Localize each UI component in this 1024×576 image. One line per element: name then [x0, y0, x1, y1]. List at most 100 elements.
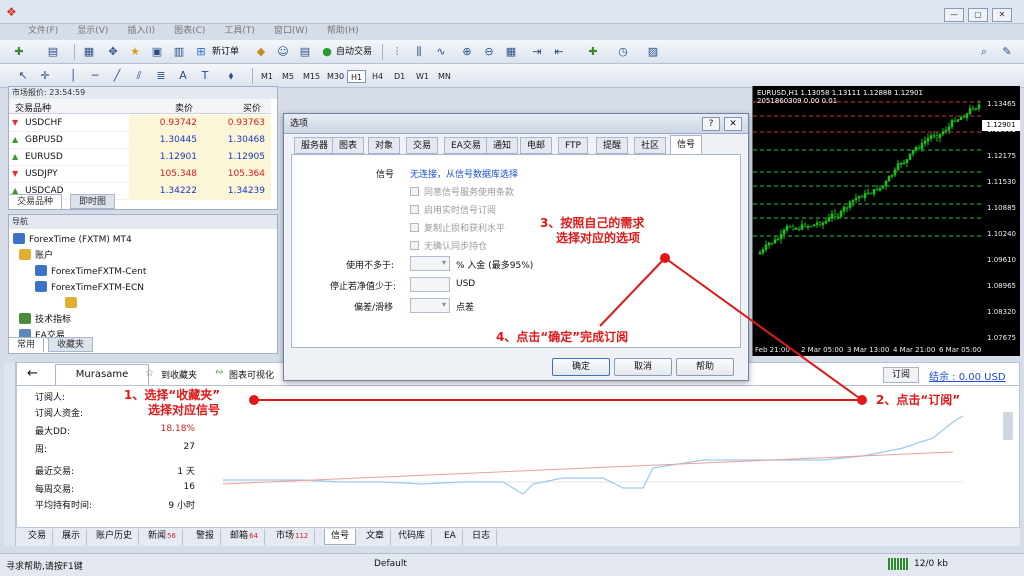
- templates-icon[interactable]: ▨: [644, 44, 662, 60]
- market-row[interactable]: ▼ USDJPY 105.348 105.364: [9, 166, 271, 183]
- dialog-tab[interactable]: 交易: [406, 137, 439, 154]
- data-window-icon[interactable]: ✥: [104, 44, 122, 60]
- tab-favorites[interactable]: 收藏夹: [48, 337, 94, 352]
- navigator-indicators[interactable]: 技术指标: [19, 313, 71, 326]
- navigator-icon[interactable]: ★: [126, 44, 144, 60]
- dialog-tab[interactable]: 对象: [368, 137, 401, 154]
- back-arrow-icon[interactable]: ←: [27, 366, 38, 381]
- menu-window[interactable]: 窗口(W): [266, 24, 319, 39]
- dialog-tab[interactable]: 社区: [634, 137, 667, 154]
- deposit-percent-select[interactable]: ▾: [410, 256, 450, 271]
- tab-symbols[interactable]: 交易品种: [8, 194, 63, 209]
- navigator-account-ecn[interactable]: ForexTimeFXTM-ECN: [35, 281, 144, 294]
- market-watch-icon[interactable]: ▦: [80, 44, 98, 60]
- auto-trading-button[interactable]: 自动交易: [336, 44, 372, 60]
- panel-scrollbar[interactable]: [1003, 412, 1013, 440]
- vps-icon[interactable]: ▤: [296, 44, 314, 60]
- dialog-tab[interactable]: 图表: [332, 137, 365, 154]
- market-row[interactable]: ▼ USDCHF 0.93742 0.93763: [9, 115, 271, 132]
- terminal-tab[interactable]: 信号: [324, 529, 357, 545]
- account-user-icon[interactable]: [65, 297, 81, 310]
- timeframe-h4[interactable]: H4: [369, 70, 386, 83]
- terminal-tab[interactable]: 日志: [466, 529, 498, 545]
- signals-icon[interactable]: ☺: [274, 44, 292, 60]
- menu-file[interactable]: 文件(F): [20, 24, 69, 39]
- timeframe-w1[interactable]: W1: [413, 70, 432, 83]
- arrows-icon[interactable]: ⬧: [222, 68, 240, 84]
- horizontal-line-icon[interactable]: ─: [86, 68, 104, 84]
- terminal-tab[interactable]: 市场112: [270, 529, 316, 545]
- dialog-tab[interactable]: 通知: [486, 137, 519, 154]
- periods-icon[interactable]: ◷: [614, 44, 632, 60]
- terminal-tab[interactable]: 账户历史: [90, 529, 140, 545]
- search-icon[interactable]: ⌕: [975, 44, 993, 60]
- terminal-tab[interactable]: 展示: [56, 529, 88, 545]
- new-order-button[interactable]: 新订单: [212, 44, 239, 60]
- menu-tools[interactable]: 工具(T): [216, 24, 266, 39]
- signal-name-tab[interactable]: Murasame: [55, 364, 149, 385]
- close-button[interactable]: ✕: [992, 8, 1012, 22]
- timeframe-m30[interactable]: M30: [324, 70, 347, 83]
- terminal-tab[interactable]: 代码库: [392, 529, 433, 545]
- zoom-in-icon[interactable]: ⊕: [458, 44, 476, 60]
- copy-sl-tp-checkbox[interactable]: 复制止损和获利水平: [410, 221, 505, 234]
- tab-common[interactable]: 常用: [8, 337, 45, 352]
- chart-visualize-button[interactable]: 图表可视化: [229, 368, 274, 381]
- menu-view[interactable]: 显示(V): [69, 24, 119, 39]
- profiles-icon[interactable]: ▤: [44, 44, 62, 60]
- column-ask[interactable]: 买价: [243, 101, 261, 114]
- column-bid[interactable]: 卖价: [175, 101, 193, 114]
- terminal-tab[interactable]: 新闻56: [142, 529, 183, 545]
- dialog-tab[interactable]: 信号: [670, 135, 703, 155]
- candlestick-icon[interactable]: ⫼: [410, 44, 428, 60]
- add-to-favorites-button[interactable]: 到收藏夹: [161, 368, 197, 381]
- dialog-tab[interactable]: 服务器: [294, 137, 336, 154]
- signal-database-link[interactable]: 无连接，从信号数据库选择: [410, 167, 518, 180]
- terminal-icon[interactable]: ▣: [148, 44, 166, 60]
- indicators-icon[interactable]: ✚: [584, 44, 602, 60]
- metaeditor-icon[interactable]: ◆: [252, 44, 270, 60]
- chart-shift-icon[interactable]: ⇥: [528, 44, 546, 60]
- market-row[interactable]: ▲ GBPUSD 1.30445 1.30468: [9, 132, 271, 149]
- enable-realtime-checkbox[interactable]: 启用实时信号订阅: [410, 203, 496, 216]
- restore-button[interactable]: ▢: [968, 8, 988, 22]
- dialog-tab[interactable]: 提醒: [596, 137, 629, 154]
- dialog-help-icon[interactable]: ?: [702, 117, 720, 131]
- terminal-tab[interactable]: EA: [438, 529, 463, 545]
- line-chart-icon[interactable]: ∿: [432, 44, 450, 60]
- dialog-tab[interactable]: FTP: [558, 137, 588, 154]
- cursor-icon[interactable]: ↖: [14, 68, 32, 84]
- auto-trading-icon[interactable]: ●: [318, 44, 336, 60]
- fibonacci-icon[interactable]: ≣: [152, 68, 170, 84]
- channel-icon[interactable]: ⫽: [130, 68, 148, 84]
- tab-tick-chart[interactable]: 即时图: [70, 194, 116, 209]
- dialog-tab[interactable]: EA交易: [444, 137, 488, 154]
- bar-chart-icon[interactable]: ⫶: [388, 44, 406, 60]
- text-label-icon[interactable]: T: [196, 68, 214, 84]
- terminal-tab[interactable]: 邮箱64: [224, 529, 265, 545]
- star-icon[interactable]: ☆: [145, 368, 154, 379]
- text-tool-icon[interactable]: A: [174, 68, 192, 84]
- chat-icon[interactable]: ✎: [998, 44, 1016, 60]
- navigator-root[interactable]: ForexTime (FXTM) MT4: [13, 233, 132, 246]
- trendline-icon[interactable]: ╱: [108, 68, 126, 84]
- crosshair-icon[interactable]: ✛: [36, 68, 54, 84]
- timeframe-h1[interactable]: H1: [347, 70, 367, 83]
- minimize-button[interactable]: —: [944, 8, 964, 22]
- navigator-accounts[interactable]: 账户: [19, 249, 53, 262]
- stop-equity-input[interactable]: [410, 277, 450, 292]
- subscribe-button[interactable]: 订阅: [883, 367, 919, 383]
- zoom-out-icon[interactable]: ⊖: [480, 44, 498, 60]
- agree-terms-checkbox[interactable]: 同意信号服务使用条款: [410, 185, 514, 198]
- tile-windows-icon[interactable]: ▦: [502, 44, 520, 60]
- menu-help[interactable]: 帮助(H): [319, 24, 370, 39]
- timeframe-m15[interactable]: M15: [300, 70, 323, 83]
- timeframe-d1[interactable]: D1: [391, 70, 408, 83]
- vertical-line-icon[interactable]: │: [64, 68, 82, 84]
- timeframe-m5[interactable]: M5: [279, 70, 297, 83]
- dialog-tab[interactable]: 电邮: [520, 137, 553, 154]
- terminal-tab[interactable]: 交易: [22, 529, 54, 545]
- price-chart[interactable]: EURUSD,H1 1.13058 1.13111 1.12888 1.1290…: [752, 86, 1020, 356]
- settlement-balance[interactable]: 结余 : 0.00 USD: [929, 368, 1006, 383]
- timeframe-m1[interactable]: M1: [258, 70, 276, 83]
